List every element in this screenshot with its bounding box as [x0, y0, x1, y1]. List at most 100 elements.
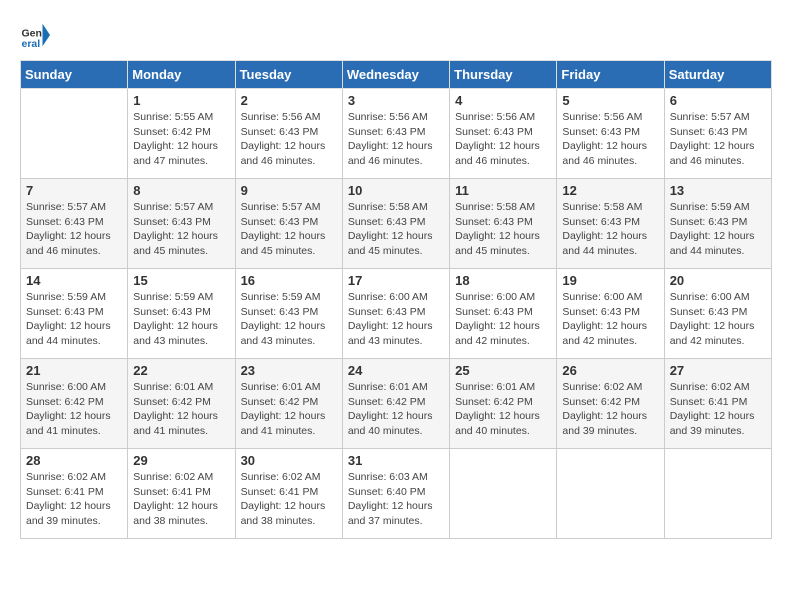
calendar-cell: 14 Sunrise: 5:59 AM Sunset: 6:43 PM Dayli… [21, 269, 128, 359]
day-info: Sunrise: 6:00 AM Sunset: 6:42 PM Dayligh… [26, 380, 122, 439]
day-info: Sunrise: 5:59 AM Sunset: 6:43 PM Dayligh… [26, 290, 122, 349]
calendar-cell: 6 Sunrise: 5:57 AM Sunset: 6:43 PM Daylig… [664, 89, 771, 179]
day-info: Sunrise: 6:02 AM Sunset: 6:41 PM Dayligh… [26, 470, 122, 529]
calendar-cell: 15 Sunrise: 5:59 AM Sunset: 6:43 PM Dayli… [128, 269, 235, 359]
day-info: Sunrise: 6:00 AM Sunset: 6:43 PM Dayligh… [455, 290, 551, 349]
day-info: Sunrise: 5:56 AM Sunset: 6:43 PM Dayligh… [455, 110, 551, 169]
day-info: Sunrise: 5:58 AM Sunset: 6:43 PM Dayligh… [455, 200, 551, 259]
day-info: Sunrise: 5:57 AM Sunset: 6:43 PM Dayligh… [241, 200, 337, 259]
column-header-friday: Friday [557, 61, 664, 89]
svg-text:eral: eral [22, 38, 41, 50]
calendar-cell: 17 Sunrise: 6:00 AM Sunset: 6:43 PM Dayli… [342, 269, 449, 359]
calendar-cell: 22 Sunrise: 6:01 AM Sunset: 6:42 PM Dayli… [128, 359, 235, 449]
day-number: 24 [348, 363, 444, 378]
calendar-cell [664, 449, 771, 539]
day-info: Sunrise: 6:01 AM Sunset: 6:42 PM Dayligh… [241, 380, 337, 439]
column-header-wednesday: Wednesday [342, 61, 449, 89]
day-info: Sunrise: 5:56 AM Sunset: 6:43 PM Dayligh… [562, 110, 658, 169]
calendar-header-row: SundayMondayTuesdayWednesdayThursdayFrid… [21, 61, 772, 89]
day-number: 23 [241, 363, 337, 378]
calendar-cell: 21 Sunrise: 6:00 AM Sunset: 6:42 PM Dayli… [21, 359, 128, 449]
day-number: 12 [562, 183, 658, 198]
calendar-cell: 12 Sunrise: 5:58 AM Sunset: 6:43 PM Dayli… [557, 179, 664, 269]
day-info: Sunrise: 5:57 AM Sunset: 6:43 PM Dayligh… [26, 200, 122, 259]
calendar-table: SundayMondayTuesdayWednesdayThursdayFrid… [20, 60, 772, 539]
day-number: 25 [455, 363, 551, 378]
day-number: 10 [348, 183, 444, 198]
week-row-3: 14 Sunrise: 5:59 AM Sunset: 6:43 PM Dayli… [21, 269, 772, 359]
calendar-cell: 27 Sunrise: 6:02 AM Sunset: 6:41 PM Dayli… [664, 359, 771, 449]
day-info: Sunrise: 6:01 AM Sunset: 6:42 PM Dayligh… [348, 380, 444, 439]
day-info: Sunrise: 5:58 AM Sunset: 6:43 PM Dayligh… [562, 200, 658, 259]
calendar-cell: 19 Sunrise: 6:00 AM Sunset: 6:43 PM Dayli… [557, 269, 664, 359]
day-info: Sunrise: 6:02 AM Sunset: 6:41 PM Dayligh… [670, 380, 766, 439]
day-info: Sunrise: 5:57 AM Sunset: 6:43 PM Dayligh… [670, 110, 766, 169]
day-info: Sunrise: 6:01 AM Sunset: 6:42 PM Dayligh… [133, 380, 229, 439]
calendar-cell: 13 Sunrise: 5:59 AM Sunset: 6:43 PM Dayli… [664, 179, 771, 269]
column-header-sunday: Sunday [21, 61, 128, 89]
day-number: 18 [455, 273, 551, 288]
calendar-cell: 11 Sunrise: 5:58 AM Sunset: 6:43 PM Dayli… [450, 179, 557, 269]
calendar-cell: 9Sunrise: 5:57 AM Sunset: 6:43 PM Daylig… [235, 179, 342, 269]
day-number: 29 [133, 453, 229, 468]
day-number: 31 [348, 453, 444, 468]
calendar-cell: 29 Sunrise: 6:02 AM Sunset: 6:41 PM Dayli… [128, 449, 235, 539]
calendar-cell: 18 Sunrise: 6:00 AM Sunset: 6:43 PM Dayli… [450, 269, 557, 359]
calendar-cell [557, 449, 664, 539]
day-number: 13 [670, 183, 766, 198]
calendar-cell: 25Sunrise: 6:01 AM Sunset: 6:42 PM Dayli… [450, 359, 557, 449]
calendar-cell: 16 Sunrise: 5:59 AM Sunset: 6:43 PM Dayli… [235, 269, 342, 359]
day-number: 6 [670, 93, 766, 108]
column-header-tuesday: Tuesday [235, 61, 342, 89]
logo: Gen eral [20, 20, 54, 50]
day-number: 3 [348, 93, 444, 108]
week-row-5: 28Sunrise: 6:02 AM Sunset: 6:41 PM Dayli… [21, 449, 772, 539]
day-info: Sunrise: 5:59 AM Sunset: 6:43 PM Dayligh… [241, 290, 337, 349]
column-header-thursday: Thursday [450, 61, 557, 89]
day-number: 17 [348, 273, 444, 288]
day-info: Sunrise: 5:58 AM Sunset: 6:43 PM Dayligh… [348, 200, 444, 259]
day-number: 14 [26, 273, 122, 288]
column-header-saturday: Saturday [664, 61, 771, 89]
page-header: Gen eral [20, 20, 772, 50]
day-number: 20 [670, 273, 766, 288]
day-number: 16 [241, 273, 337, 288]
day-info: Sunrise: 6:03 AM Sunset: 6:40 PM Dayligh… [348, 470, 444, 529]
calendar-cell: 3Sunrise: 5:56 AM Sunset: 6:43 PM Daylig… [342, 89, 449, 179]
day-number: 19 [562, 273, 658, 288]
week-row-1: 1 Sunrise: 5:55 AM Sunset: 6:42 PM Daylig… [21, 89, 772, 179]
day-info: Sunrise: 6:00 AM Sunset: 6:43 PM Dayligh… [562, 290, 658, 349]
calendar-cell: 30Sunrise: 6:02 AM Sunset: 6:41 PM Dayli… [235, 449, 342, 539]
calendar-cell [21, 89, 128, 179]
calendar-cell: 4 Sunrise: 5:56 AM Sunset: 6:43 PM Daylig… [450, 89, 557, 179]
day-number: 11 [455, 183, 551, 198]
day-info: Sunrise: 5:57 AM Sunset: 6:43 PM Dayligh… [133, 200, 229, 259]
day-info: Sunrise: 5:59 AM Sunset: 6:43 PM Dayligh… [670, 200, 766, 259]
calendar-cell: 28Sunrise: 6:02 AM Sunset: 6:41 PM Dayli… [21, 449, 128, 539]
day-info: Sunrise: 6:00 AM Sunset: 6:43 PM Dayligh… [670, 290, 766, 349]
day-info: Sunrise: 6:02 AM Sunset: 6:42 PM Dayligh… [562, 380, 658, 439]
calendar-cell: 5 Sunrise: 5:56 AM Sunset: 6:43 PM Daylig… [557, 89, 664, 179]
day-number: 21 [26, 363, 122, 378]
calendar-cell: 1 Sunrise: 5:55 AM Sunset: 6:42 PM Daylig… [128, 89, 235, 179]
day-number: 4 [455, 93, 551, 108]
logo-icon: Gen eral [20, 20, 50, 50]
calendar-cell: 20 Sunrise: 6:00 AM Sunset: 6:43 PM Dayli… [664, 269, 771, 359]
day-number: 5 [562, 93, 658, 108]
day-number: 1 [133, 93, 229, 108]
day-info: Sunrise: 5:56 AM Sunset: 6:43 PM Dayligh… [241, 110, 337, 169]
day-info: Sunrise: 6:02 AM Sunset: 6:41 PM Dayligh… [133, 470, 229, 529]
day-number: 27 [670, 363, 766, 378]
day-number: 22 [133, 363, 229, 378]
day-info: Sunrise: 6:02 AM Sunset: 6:41 PM Dayligh… [241, 470, 337, 529]
day-number: 15 [133, 273, 229, 288]
calendar-cell [450, 449, 557, 539]
day-info: Sunrise: 5:55 AM Sunset: 6:42 PM Dayligh… [133, 110, 229, 169]
calendar-cell: 7 Sunrise: 5:57 AM Sunset: 6:43 PM Daylig… [21, 179, 128, 269]
day-number: 7 [26, 183, 122, 198]
calendar-cell: 26Sunrise: 6:02 AM Sunset: 6:42 PM Dayli… [557, 359, 664, 449]
day-info: Sunrise: 5:59 AM Sunset: 6:43 PM Dayligh… [133, 290, 229, 349]
calendar-cell: 2Sunrise: 5:56 AM Sunset: 6:43 PM Daylig… [235, 89, 342, 179]
calendar-body: 1 Sunrise: 5:55 AM Sunset: 6:42 PM Daylig… [21, 89, 772, 539]
day-info: Sunrise: 6:00 AM Sunset: 6:43 PM Dayligh… [348, 290, 444, 349]
